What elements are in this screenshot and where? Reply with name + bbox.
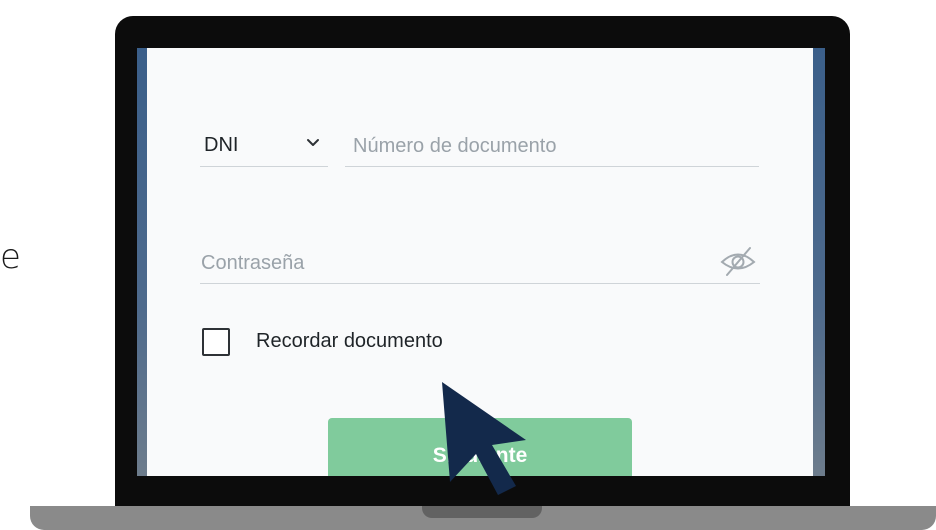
password-field: [200, 243, 760, 284]
tutorial-illustration: e DNI Número de documento Recordar docum…: [0, 0, 936, 530]
laptop-notch: [422, 506, 542, 518]
remember-document-checkbox[interactable]: [202, 328, 230, 356]
document-type-select[interactable]: DNI: [200, 126, 328, 167]
chevron-down-icon: [307, 139, 319, 146]
document-number-input[interactable]: [353, 132, 713, 160]
document-type-value: DNI: [204, 134, 239, 156]
eye-off-icon[interactable]: [718, 245, 758, 277]
password-input[interactable]: [201, 249, 561, 277]
mouse-pointer-icon: [442, 382, 526, 495]
remember-document-label: Recordar documento: [256, 330, 443, 352]
document-number-field: [345, 126, 759, 167]
side-caption-letter: e: [0, 240, 21, 274]
remember-document-option: Recordar documento: [202, 328, 542, 360]
